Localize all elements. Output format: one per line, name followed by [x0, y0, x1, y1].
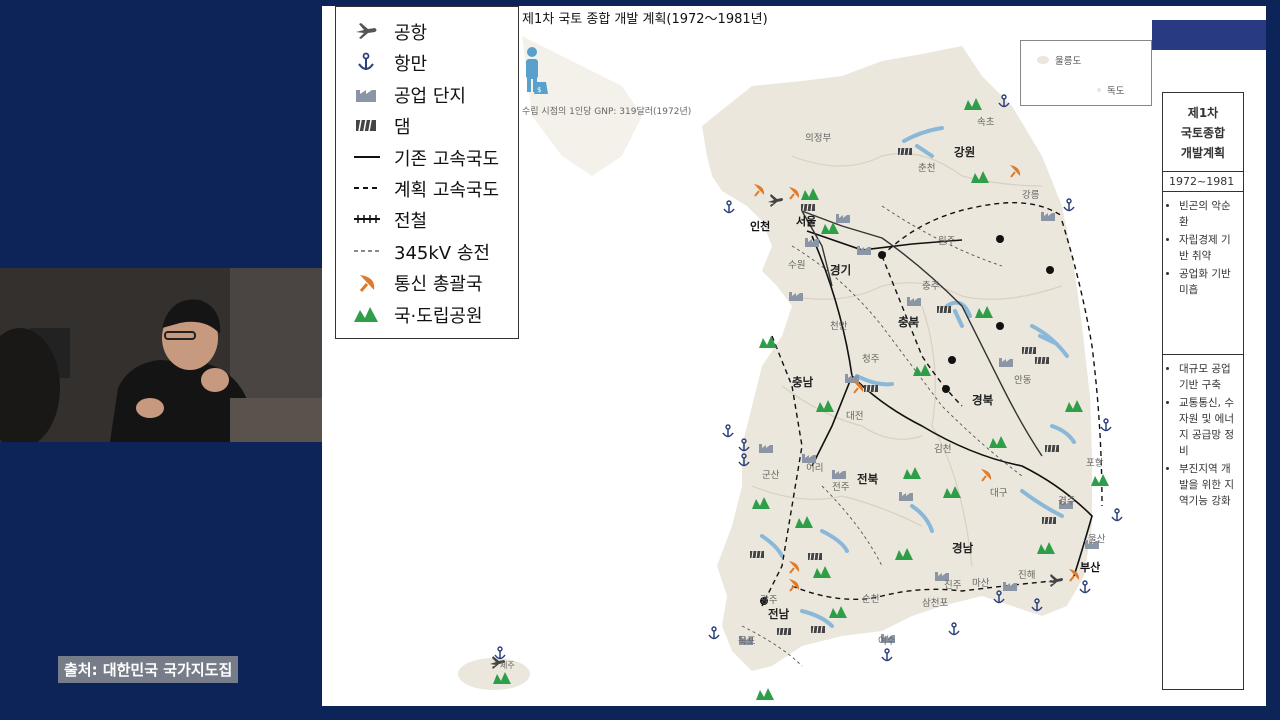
city-label: 춘천 [918, 163, 935, 174]
legend-item-industry: 공업 단지 [336, 80, 520, 108]
province-label: 경남 [952, 541, 974, 555]
city-label: 군산 [762, 470, 780, 481]
source-caption: 출처: 대한민국 국가지도집 [58, 656, 239, 683]
dam-icon [356, 119, 376, 132]
dashed-line-icon [354, 187, 380, 189]
legend-item-transmission: 345kV 송전 [336, 237, 520, 265]
city-label: 김천 [934, 443, 951, 455]
railway-icon [354, 215, 380, 223]
province-label: 충북 [898, 315, 920, 329]
panel-period: 1972~1981 [1163, 171, 1243, 192]
solid-line-icon [354, 156, 380, 158]
legend-label: 345kV 송전 [394, 243, 490, 264]
list-item: 교통통신, 수자원 및 에너지 공급망 정비 [1179, 395, 1239, 459]
panel-title: 제1차 국토종합 개발계획 [1180, 106, 1226, 160]
city-label: 포항 [1086, 458, 1104, 469]
legend-label: 전철 [394, 211, 428, 232]
airplane-icon [356, 23, 377, 39]
legend-item-airport: 공항 [336, 17, 520, 45]
province-label: 경북 [972, 393, 994, 407]
list-item: 공업화 기반 미흡 [1179, 266, 1239, 298]
city-label: 원주 [938, 236, 956, 247]
svg-text:$: $ [537, 86, 541, 94]
list-item: 대규모 공업기반 구축 [1179, 361, 1239, 393]
city-label: 순천 [862, 594, 879, 605]
province-label: 경기 [830, 263, 851, 277]
city-label: 천안 [830, 321, 848, 332]
background-list: 빈곤의 악순환 자립경제 기반 취약 공업화 기반 미흡 [1163, 192, 1243, 306]
city-label: 진주 [944, 580, 962, 591]
legend-label: 공항 [394, 23, 428, 44]
province-label: 강원 [954, 145, 975, 159]
legend-label: 공업 단지 [394, 86, 466, 107]
city-label: 여수 [878, 635, 896, 647]
slide: $ 속초 의정부 춘천 강릉 서울 인천 원주 수원 충주 천안 청주 안동 대… [322, 6, 1266, 706]
city-label: 삼천포 [922, 598, 948, 609]
city-label: 목포 [738, 636, 756, 647]
list-item: 부진지역 개발을 위한 지역기능 강화 [1179, 461, 1239, 509]
ulleungdo-label: 울릉도 [1055, 56, 1082, 67]
city-label: 이리 [806, 463, 823, 474]
city-label: 광주 [760, 594, 778, 606]
inset-island-shapes [1037, 56, 1101, 92]
legend-item-railway: 전철 [336, 205, 520, 233]
mainland [522, 36, 1092, 671]
thin-dashed-line-icon [354, 250, 380, 252]
legend-item-port: 항만 [336, 48, 520, 76]
list-item: 자립경제 기반 취약 [1179, 232, 1239, 264]
legend-label: 항만 [394, 54, 428, 75]
plan-summary-panel: 제1차 국토종합 개발계획 1972~1981 빈곤의 악순환 자립경제 기반 … [1162, 92, 1244, 690]
webcam-feed [0, 268, 322, 442]
city-label: 충주 [922, 281, 940, 292]
dokdo-label: 독도 [1107, 86, 1125, 97]
map-legend: 공항 항만 공업 단지 댐 기존 고속국도 계획 고속국도 전철 345kV 송… [335, 6, 519, 339]
legend-label: 댐 [394, 117, 411, 138]
city-label: 울산 [1088, 534, 1106, 545]
city-label: 의정부 [805, 133, 831, 144]
province-label: 전북 [857, 472, 879, 486]
city-label: 속초 [977, 117, 995, 128]
city-label: 경주 [1058, 495, 1076, 507]
city-label: 제주 [500, 661, 515, 670]
city-label: 인천 [750, 219, 770, 233]
legend-label: 통신 총괄국 [394, 274, 483, 295]
legend-item-comm: 통신 총괄국 [336, 268, 520, 296]
city-label: 청주 [862, 354, 880, 365]
city-label: 진해 [1018, 569, 1035, 581]
presenter-video [0, 268, 322, 442]
city-label: 마산 [972, 578, 990, 589]
goals-list: 대규모 공업기반 구축 교통통신, 수자원 및 에너지 공급망 정비 부진지역 … [1163, 355, 1243, 517]
park-mountain-icon [354, 307, 378, 322]
province-label: 전남 [768, 607, 790, 621]
satellite-dish-icon [359, 275, 375, 292]
province-label: 충남 [792, 375, 814, 389]
legend-item-existing-expressway: 기존 고속국도 [336, 143, 520, 171]
inset-map: 울릉도 독도 [1020, 40, 1152, 106]
factory-icon [356, 90, 376, 102]
city-label: 안동 [1014, 375, 1032, 386]
legend-item-park: 국·도립공원 [336, 300, 520, 328]
city-label: 강릉 [1022, 190, 1040, 201]
legend-item-dam: 댐 [336, 111, 520, 139]
anchor-icon [358, 52, 374, 70]
legend-item-planned-expressway: 계획 고속국도 [336, 174, 520, 202]
map-title: 제1차 국토 종합 개발 계획(1972～1981년) [522, 12, 768, 27]
legend-label: 기존 고속국도 [394, 149, 500, 170]
city-label: 수원 [788, 260, 805, 271]
legend-label: 계획 고속국도 [394, 180, 500, 201]
legend-label: 국·도립공원 [394, 306, 483, 327]
city-label: 대전 [846, 411, 863, 422]
city-label: 서울 [796, 214, 816, 228]
city-label: 부산 [1080, 560, 1100, 574]
list-item: 빈곤의 악순환 [1179, 198, 1239, 230]
city-label: 전주 [832, 482, 850, 493]
gnp-note: 수립 시점의 1인당 GNP: 319달러(1972년) [522, 107, 692, 117]
city-label: 대구 [990, 488, 1008, 499]
